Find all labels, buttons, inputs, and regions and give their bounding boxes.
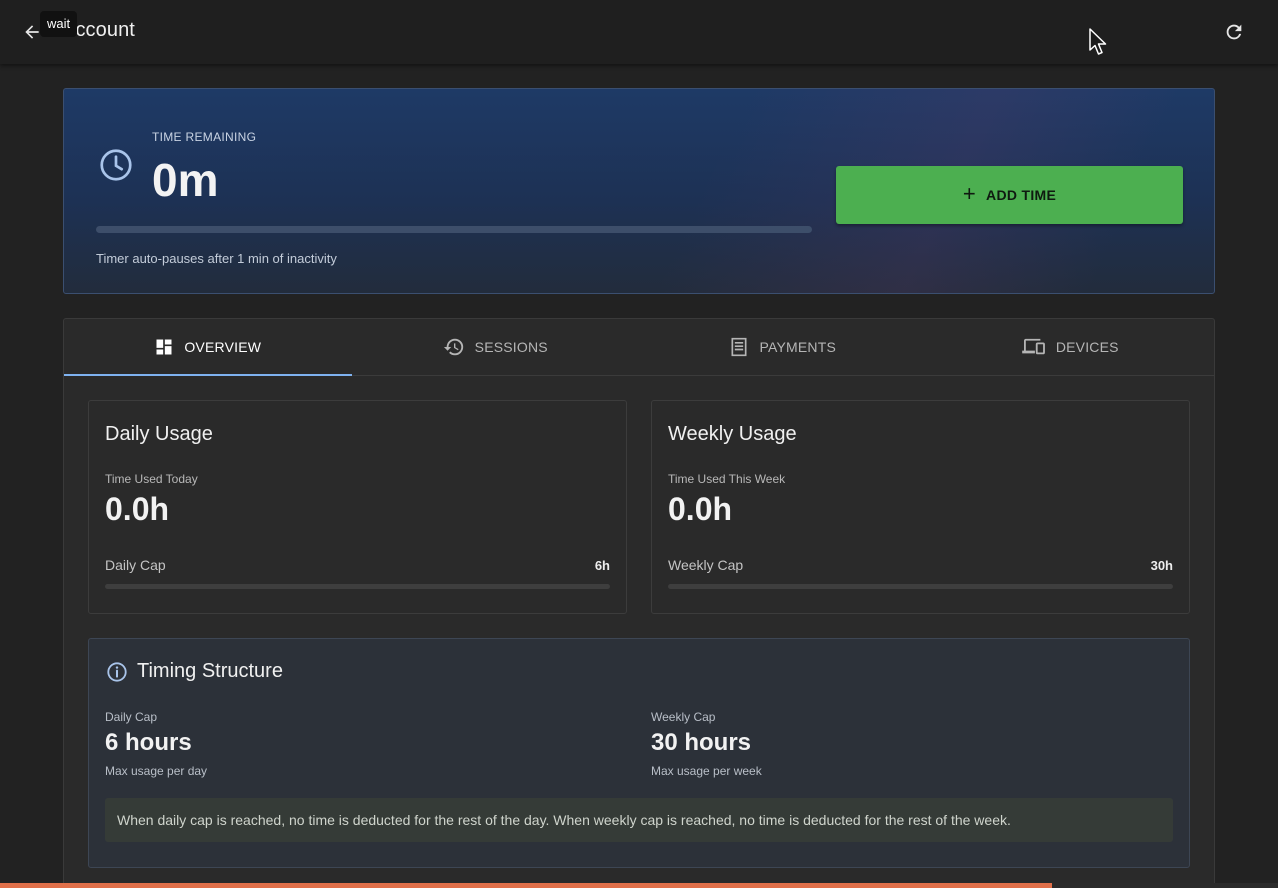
daily-cap-label: Daily Cap — [105, 557, 166, 573]
plus-icon: + — [962, 181, 977, 206]
timing-weekly-value: 30 hours — [651, 729, 752, 756]
weekly-used-value: 0.0h — [668, 491, 733, 527]
time-remaining-label: TIME REMAINING — [152, 130, 257, 144]
account-panel: OVERVIEW SESSIONS PAYMENTS DEVICES Daily… — [63, 318, 1215, 888]
tab-payments[interactable]: PAYMENTS — [639, 319, 927, 375]
timing-daily-label: Daily Cap — [105, 710, 158, 724]
time-remaining-value: 0m — [152, 154, 219, 206]
tab-bar: OVERVIEW SESSIONS PAYMENTS DEVICES — [64, 319, 1214, 376]
weekly-cap-value: 30h — [1150, 558, 1173, 573]
timing-weekly-column: Weekly Cap 30 hours Max usage per week — [651, 710, 762, 778]
timing-weekly-label: Weekly Cap — [651, 710, 716, 724]
daily-used-label: Time Used Today — [105, 472, 198, 486]
daily-cap-value: 6h — [594, 558, 610, 573]
add-time-label: ADD TIME — [986, 187, 1057, 203]
add-time-button[interactable]: + ADD TIME — [836, 166, 1183, 224]
tab-payments-label: PAYMENTS — [759, 339, 837, 355]
tab-overview[interactable]: OVERVIEW — [64, 319, 352, 376]
weekly-used-label: Time Used This Week — [668, 472, 786, 486]
tab-overview-label: OVERVIEW — [184, 339, 262, 355]
weekly-usage-card: Weekly Usage Time Used This Week 0.0h We… — [651, 400, 1190, 614]
refresh-icon — [1226, 24, 1242, 40]
weekly-usage-title: Weekly Usage — [668, 423, 797, 445]
weekly-cap-label: Weekly Cap — [668, 557, 744, 573]
daily-usage-card: Daily Usage Time Used Today 0.0h Daily C… — [88, 400, 627, 614]
app-bar: Account wait — [0, 0, 1278, 64]
daily-usage-title: Daily Usage — [105, 423, 213, 445]
daily-used-value: 0.0h — [105, 491, 170, 527]
devices-icon — [1021, 338, 1045, 355]
refresh-button[interactable] — [1220, 18, 1248, 46]
timing-structure-card: Timing Structure Daily Cap 6 hours Max u… — [88, 638, 1190, 868]
tab-devices[interactable]: DEVICES — [927, 319, 1215, 375]
tab-sessions[interactable]: SESSIONS — [352, 319, 640, 375]
mouse-cursor-icon — [1089, 28, 1107, 55]
clock-icon — [100, 149, 132, 181]
timing-structure-title: Timing Structure — [137, 660, 283, 682]
page-progress-fill — [0, 883, 1052, 888]
daily-cap-progress — [105, 584, 610, 589]
tab-sessions-label: SESSIONS — [474, 339, 548, 355]
page-progress-bar — [0, 883, 1278, 888]
inactivity-note: Timer auto-pauses after 1 min of inactiv… — [96, 251, 337, 266]
time-remaining-progress — [96, 226, 812, 233]
timing-note: When daily cap is reached, no time is de… — [105, 798, 1173, 842]
history-icon — [443, 338, 463, 356]
tab-devices-label: DEVICES — [1055, 339, 1119, 355]
time-remaining-card: TIME REMAINING 0m Timer auto-pauses afte… — [63, 88, 1215, 294]
back-button-tooltip: wait — [40, 11, 78, 37]
dashboard-icon — [156, 339, 172, 355]
weekly-cap-progress — [668, 584, 1173, 589]
timing-daily-sub: Max usage per day — [105, 764, 208, 778]
info-icon — [107, 662, 127, 682]
arrow-left-icon — [25, 25, 39, 39]
timing-daily-column: Daily Cap 6 hours Max usage per day — [105, 710, 207, 778]
timing-weekly-sub: Max usage per week — [651, 764, 762, 778]
receipt-icon — [731, 337, 747, 357]
timing-daily-value: 6 hours — [105, 729, 192, 756]
